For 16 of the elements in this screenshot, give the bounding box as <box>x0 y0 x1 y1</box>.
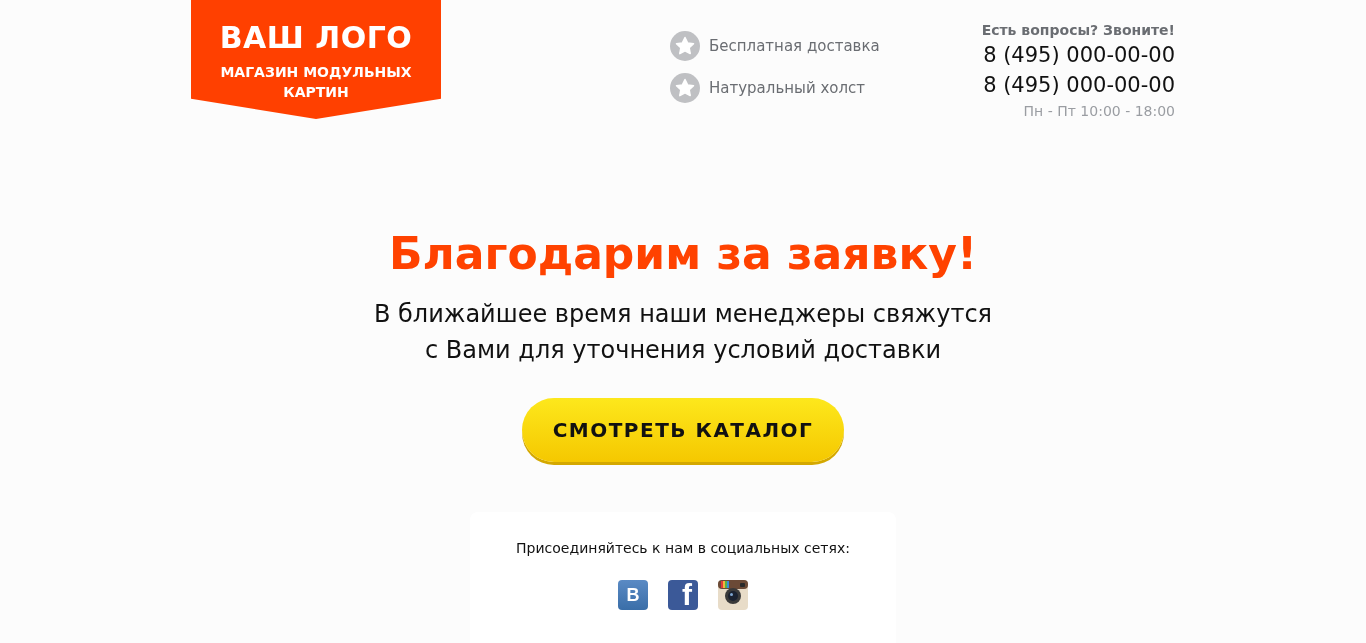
vk-icon[interactable]: В <box>618 580 648 610</box>
thank-you-heading: Благодарим за заявку! <box>388 227 978 281</box>
working-hours: Пн - Пт 10:00 - 18:00 <box>1023 102 1175 121</box>
logo-title: ВАШ ЛОГО <box>219 20 413 56</box>
phone-number[interactable]: 8 (495) 000-00-00 <box>983 40 1175 70</box>
logo-subtitle: МАГАЗИН МОДУЛЬНЫХ КАРТИН <box>219 63 413 102</box>
camera-icon[interactable] <box>718 580 748 610</box>
feature-text: Натуральный холст <box>709 79 866 97</box>
phone-number[interactable]: 8 (495) 000-00-00 <box>983 70 1175 100</box>
social-caption: Присоединяйтесь к нам в социальных сетях: <box>516 540 850 556</box>
catalog-button[interactable]: СМОТРЕТЬ КАТАЛОГ <box>522 398 844 462</box>
contact-prompt: Есть вопросы? Звоните! <box>981 21 1175 40</box>
logo-banner[interactable]: ВАШ ЛОГО МАГАЗИН МОДУЛЬНЫХ КАРТИН <box>191 0 441 119</box>
confirmation-message: В ближайшее время наши менеджеры свяжутся с Вами для уточнения условий доставки <box>373 299 993 366</box>
facebook-icon[interactable]: f <box>668 580 698 610</box>
feature-text: Бесплатная доставка <box>709 37 880 55</box>
